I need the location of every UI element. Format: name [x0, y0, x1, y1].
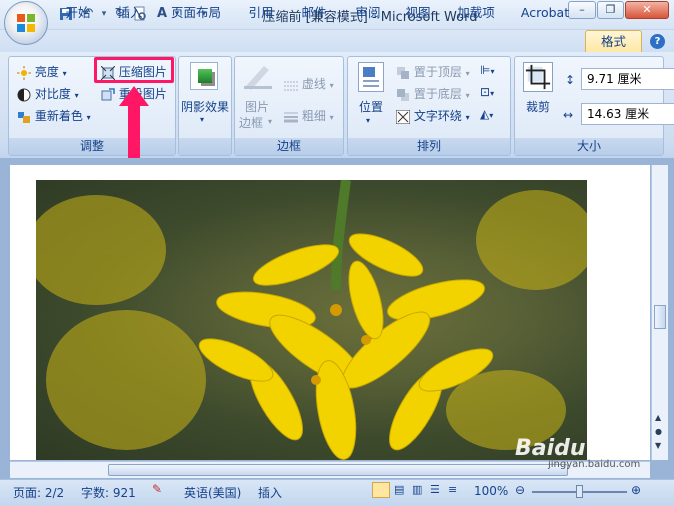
- office-logo-icon: [17, 14, 35, 32]
- text-wrap-label: 文字环绕: [413, 109, 462, 123]
- crop-icon[interactable]: [523, 62, 553, 92]
- brightness-button[interactable]: 亮度 ▾: [17, 63, 67, 80]
- group-size-label: 大小: [515, 138, 663, 155]
- weight-label: 粗细: [301, 109, 326, 123]
- height-icon: ↕: [565, 73, 576, 87]
- recolor-button[interactable]: 重新着色 ▾: [17, 107, 91, 124]
- compress-highlight-box: [94, 57, 174, 83]
- tab-page-layout[interactable]: 页面布局: [168, 3, 224, 22]
- position-icon[interactable]: [358, 62, 384, 92]
- tab-view[interactable]: 视图: [403, 3, 433, 22]
- zoom-in-icon[interactable]: ⊕: [631, 483, 641, 497]
- brightness-icon: [17, 65, 31, 80]
- baidu-watermark-url: jingyan.baidu.com: [548, 459, 641, 470]
- undo-dropdown-icon[interactable]: ▾: [96, 6, 112, 22]
- send-to-back-icon: [396, 88, 410, 102]
- bring-to-front-icon: [396, 66, 410, 80]
- group-arrange-label: 排列: [348, 138, 510, 155]
- zoom-out-icon[interactable]: ⊖: [515, 483, 525, 497]
- picture-border-dropdown-icon[interactable]: ▾: [268, 117, 272, 126]
- web-layout-icon[interactable]: ▥: [412, 483, 422, 496]
- reset-picture-icon: [101, 87, 115, 102]
- shadow-effects-label[interactable]: 阴影效果: [181, 98, 229, 115]
- tab-review[interactable]: 审阅: [352, 3, 384, 22]
- status-insert[interactable]: 插入: [258, 484, 282, 501]
- print-layout-icon[interactable]: [372, 482, 390, 498]
- proofing-icon[interactable]: ✎: [152, 482, 162, 496]
- brightness-label: 亮度: [34, 65, 59, 79]
- status-page[interactable]: 页面: 2/2: [13, 484, 64, 501]
- tab-acrobat[interactable]: Acrobat: [519, 3, 571, 22]
- status-words[interactable]: 字数: 921: [81, 484, 136, 501]
- bring-to-front-label: 置于顶层: [413, 65, 462, 79]
- weight-icon: [284, 110, 298, 124]
- tab-insert[interactable]: 插入: [114, 3, 146, 22]
- recolor-icon: [17, 110, 31, 124]
- selected-picture[interactable]: [36, 180, 587, 460]
- picture-border-label-2[interactable]: 边框: [239, 114, 263, 131]
- contrast-button[interactable]: 对比度 ▾: [17, 85, 79, 102]
- scroll-down-icon[interactable]: ▼: [655, 441, 661, 450]
- align-icon[interactable]: ⊫▾: [480, 63, 494, 77]
- shadow-dropdown-icon[interactable]: ▾: [200, 115, 204, 124]
- send-to-back-label: 置于底层: [413, 87, 462, 101]
- position-label[interactable]: 位置: [359, 98, 383, 115]
- text-wrap-button[interactable]: 文字环绕 ▾: [395, 107, 470, 124]
- tab-references[interactable]: 引用: [246, 3, 276, 22]
- bring-to-front-button[interactable]: 置于顶层 ▾: [396, 63, 470, 80]
- group-objects-icon[interactable]: ⊡▾: [480, 85, 494, 99]
- crop-label[interactable]: 裁剪: [526, 98, 550, 115]
- full-screen-reading-icon[interactable]: ▤: [394, 483, 404, 496]
- position-dropdown-icon[interactable]: ▾: [366, 116, 370, 125]
- forsythia-photo: [36, 180, 587, 460]
- width-input[interactable]: 14.63 厘米: [581, 103, 674, 125]
- dashes-button[interactable]: 虚线 ▾: [284, 75, 334, 92]
- scroll-up-icon[interactable]: ▲: [655, 413, 661, 422]
- rotate-icon[interactable]: ◭▾: [480, 107, 493, 121]
- draft-icon[interactable]: ≡: [448, 483, 457, 496]
- help-icon[interactable]: ?: [650, 34, 665, 49]
- tab-home[interactable]: 开始: [62, 3, 94, 22]
- select-browse-object-icon[interactable]: ●: [655, 427, 662, 436]
- contrast-icon: [17, 88, 31, 102]
- baidu-watermark: Baidu 经验: [515, 436, 638, 461]
- recolor-label: 重新着色: [34, 109, 83, 123]
- tab-addins[interactable]: 加载项: [453, 3, 499, 22]
- dashes-label: 虚线: [301, 77, 326, 91]
- weight-button[interactable]: 粗细 ▾: [284, 107, 334, 124]
- zoom-slider-thumb[interactable]: [576, 485, 583, 498]
- horizontal-scroll-thumb[interactable]: [108, 464, 568, 476]
- picture-border-label-1[interactable]: 图片: [245, 98, 269, 115]
- group-shadow-label: [179, 138, 231, 155]
- vertical-scroll-thumb[interactable]: [654, 305, 666, 329]
- text-wrap-icon: [395, 109, 411, 124]
- width-icon: ↔: [563, 108, 574, 122]
- group-border-label: 边框: [235, 138, 343, 155]
- status-language[interactable]: 英语(美国): [184, 484, 241, 501]
- shadow-effects-icon[interactable]: [190, 62, 218, 90]
- dashes-icon: [284, 78, 298, 92]
- office-button[interactable]: [4, 1, 48, 45]
- picture-border-icon[interactable]: [242, 60, 274, 90]
- minimize-button[interactable]: –: [568, 1, 596, 19]
- close-button[interactable]: ✕: [625, 1, 669, 19]
- tab-format[interactable]: 格式: [585, 32, 642, 51]
- ribbon-tab-bar: [0, 30, 674, 52]
- outline-icon[interactable]: ☰: [430, 483, 440, 496]
- tab-mailings[interactable]: 邮件: [298, 3, 330, 22]
- zoom-level[interactable]: 100%: [474, 484, 508, 498]
- restore-button[interactable]: ❐: [597, 1, 624, 19]
- contrast-label: 对比度: [34, 87, 71, 101]
- vertical-scrollbar[interactable]: ▲ ● ▼: [651, 165, 668, 460]
- height-input[interactable]: 9.71 厘米: [581, 68, 674, 90]
- send-to-back-button[interactable]: 置于底层 ▾: [396, 85, 470, 102]
